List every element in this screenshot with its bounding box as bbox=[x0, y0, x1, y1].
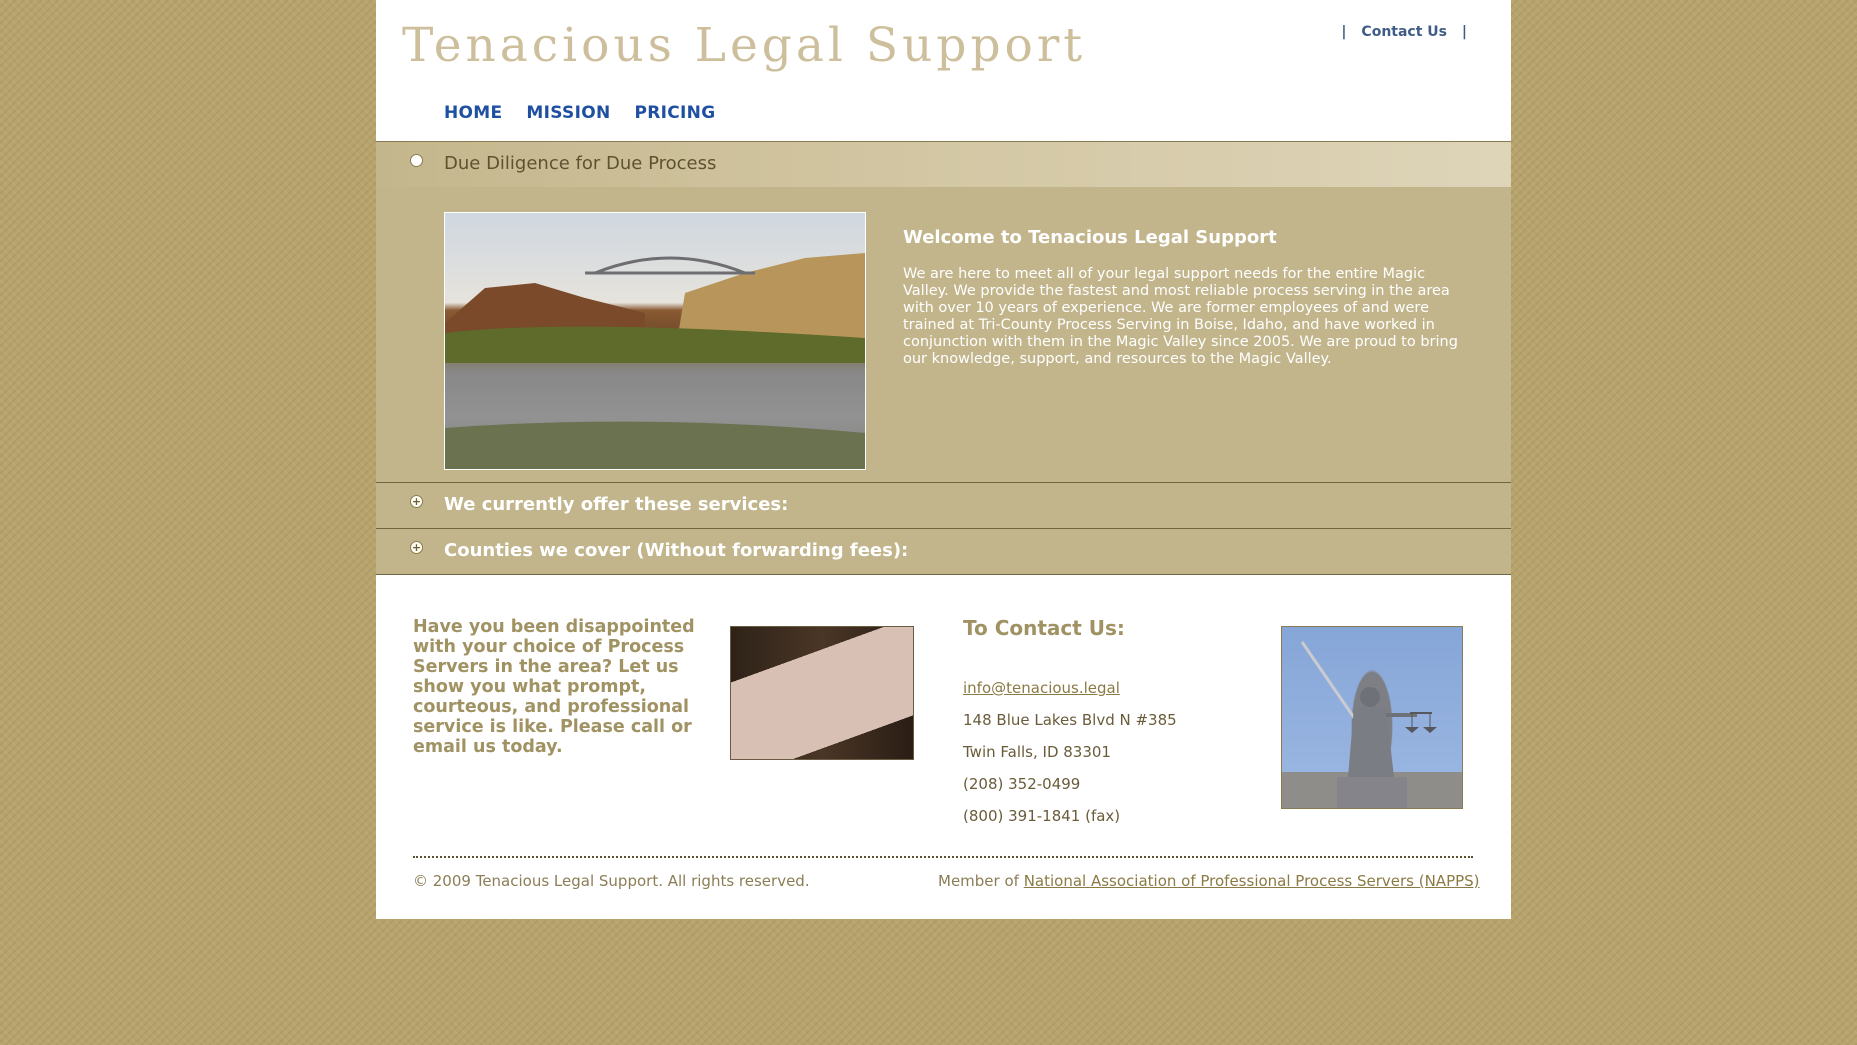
site-logo[interactable]: Tenacious Legal Support bbox=[402, 18, 1086, 73]
nav-mission[interactable]: MISSION bbox=[526, 103, 610, 123]
page-container: Tenacious Legal Support | Contact Us | H… bbox=[376, 0, 1511, 919]
expand-icon[interactable]: + bbox=[410, 541, 423, 554]
accordion-counties[interactable]: + Counties we cover (Without forwarding … bbox=[376, 528, 1511, 574]
bridge-canyon-photo bbox=[444, 212, 866, 470]
fax-number: (800) 391-1841 (fax) bbox=[963, 807, 1121, 825]
lower-section: Have you been disappointed with your cho… bbox=[376, 574, 1511, 920]
accordion-services[interactable]: + We currently offer these services: bbox=[376, 482, 1511, 528]
address-line-1: 148 Blue Lakes Blvd N #385 bbox=[963, 711, 1177, 729]
footer-divider bbox=[413, 856, 1473, 858]
nav-home[interactable]: HOME bbox=[444, 103, 502, 123]
phone-number: (208) 352-0499 bbox=[963, 775, 1081, 793]
member-prefix: Member of bbox=[938, 872, 1024, 890]
address-line-2: Twin Falls, ID 83301 bbox=[963, 743, 1111, 761]
accordion-label[interactable]: We currently offer these services: bbox=[444, 494, 788, 515]
top-links: | Contact Us | bbox=[1335, 24, 1473, 40]
membership-text: Member of National Association of Profes… bbox=[938, 872, 1480, 890]
welcome-panel: Welcome to Tenacious Legal Support We ar… bbox=[376, 187, 1511, 483]
copyright-text: © 2009 Tenacious Legal Support. All righ… bbox=[413, 872, 810, 890]
separator: | bbox=[1341, 24, 1347, 40]
welcome-title: Welcome to Tenacious Legal Support bbox=[903, 227, 1277, 248]
contact-title: To Contact Us: bbox=[963, 616, 1125, 640]
tagline-band: Due Diligence for Due Process bbox=[376, 141, 1511, 188]
nav-pricing[interactable]: PRICING bbox=[635, 103, 716, 123]
lady-justice-photo bbox=[1281, 626, 1463, 809]
justice-statue-icon bbox=[1300, 641, 1437, 808]
email-link[interactable]: info@tenacious.legal bbox=[963, 679, 1120, 697]
welcome-text: We are here to meet all of your legal su… bbox=[903, 266, 1458, 367]
napps-link[interactable]: National Association of Professional Pro… bbox=[1024, 872, 1480, 890]
promo-text: Have you been disappointed with your cho… bbox=[413, 617, 695, 757]
separator: | bbox=[1461, 24, 1467, 40]
accordion-label[interactable]: Counties we cover (Without forwarding fe… bbox=[444, 540, 908, 561]
bullet-icon bbox=[410, 154, 423, 167]
tagline: Due Diligence for Due Process bbox=[444, 153, 717, 174]
main-nav: HOME MISSION PRICING bbox=[444, 103, 715, 123]
contact-us-link[interactable]: Contact Us bbox=[1357, 24, 1451, 40]
expand-icon[interactable]: + bbox=[410, 495, 423, 508]
legal-document-photo bbox=[730, 626, 914, 760]
site-header: Tenacious Legal Support | Contact Us | H… bbox=[376, 0, 1511, 141]
bridge-icon bbox=[445, 253, 865, 469]
